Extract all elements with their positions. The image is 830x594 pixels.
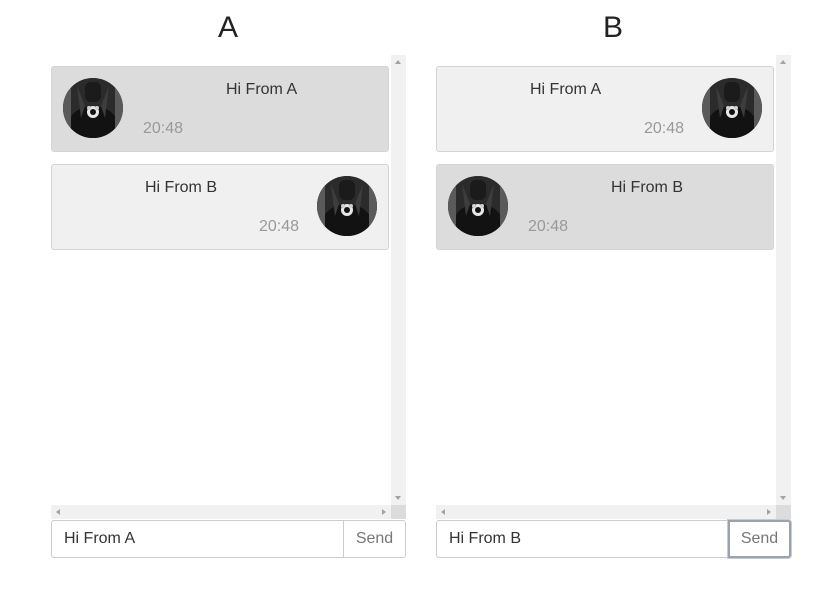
chat-panel-b: B Hi From A 20:48 Hi From B 20:48 Hi Fro… (436, 0, 792, 594)
horizontal-scrollbar[interactable] (51, 505, 391, 519)
message-item: Hi From B 20:48 (436, 164, 774, 250)
message-time: 20:48 (644, 120, 685, 137)
vertical-scrollbar[interactable] (776, 55, 791, 505)
scroll-right-arrow-icon[interactable] (767, 509, 771, 515)
message-composer: Send (436, 520, 791, 558)
send-button[interactable]: Send (728, 520, 791, 558)
message-item: Hi From A 20:48 (51, 66, 389, 152)
user-avatar-icon (448, 176, 508, 236)
message-text: Hi From A (530, 81, 602, 98)
message-time: 20:48 (259, 218, 300, 235)
message-time: 20:48 (143, 120, 184, 137)
scroll-right-arrow-icon[interactable] (382, 509, 386, 515)
scroll-left-arrow-icon[interactable] (441, 509, 445, 515)
message-text: Hi From A (226, 81, 298, 98)
message-input[interactable] (51, 520, 344, 558)
scrollbar-corner (391, 505, 406, 519)
message-item: Hi From B 20:48 (51, 164, 389, 250)
message-item: Hi From A 20:48 (436, 66, 774, 152)
user-avatar-icon (317, 176, 377, 236)
scroll-up-arrow-icon[interactable] (395, 60, 401, 64)
scroll-up-arrow-icon[interactable] (780, 60, 786, 64)
user-avatar-icon (702, 78, 762, 138)
panel-title: B (602, 11, 623, 44)
vertical-scrollbar[interactable] (391, 55, 406, 505)
messages-viewport: Hi From A 20:48 Hi From B 20:48 (51, 55, 391, 505)
message-list: Hi From A 20:48 Hi From B 20:48 (51, 55, 406, 519)
message-composer: Send (51, 520, 406, 558)
message-text: Hi From B (145, 179, 217, 196)
user-avatar-icon (63, 78, 123, 138)
message-list: Hi From A 20:48 Hi From B 20:48 (436, 55, 791, 519)
messages-viewport: Hi From A 20:48 Hi From B 20:48 (436, 55, 776, 505)
scroll-down-arrow-icon[interactable] (395, 496, 401, 500)
message-input[interactable] (436, 520, 729, 558)
horizontal-scrollbar[interactable] (436, 505, 776, 519)
message-text: Hi From B (611, 179, 683, 196)
scrollbar-corner (776, 505, 791, 519)
chat-panel-a: A Hi From A 20:48 Hi From B 20:48 Hi Fro… (51, 0, 407, 594)
scroll-down-arrow-icon[interactable] (780, 496, 786, 500)
message-time: 20:48 (528, 218, 569, 235)
panel-title: A (217, 11, 238, 44)
send-button[interactable]: Send (343, 520, 406, 558)
scroll-left-arrow-icon[interactable] (56, 509, 60, 515)
